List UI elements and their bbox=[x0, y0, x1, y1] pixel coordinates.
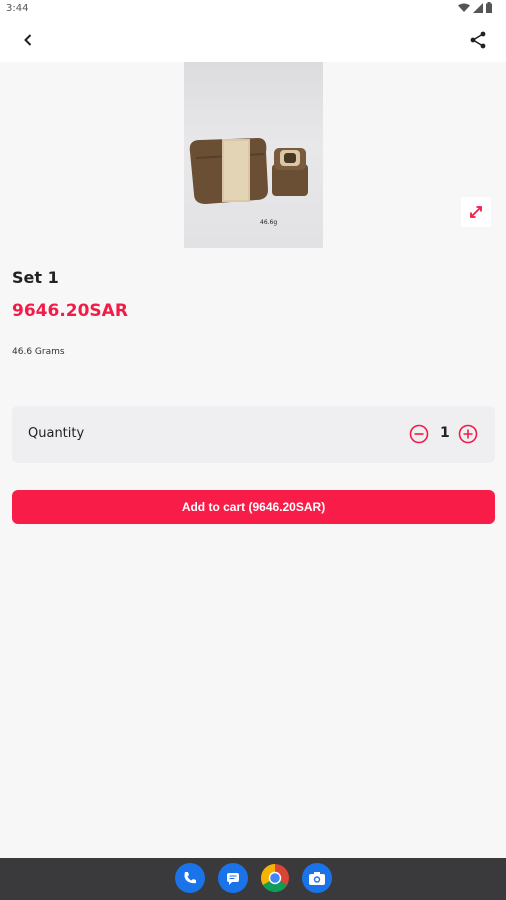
quantity-label: Quantity bbox=[28, 426, 85, 441]
increase-quantity-button[interactable] bbox=[458, 424, 478, 444]
weight-tag: 46.6g bbox=[260, 219, 277, 226]
share-button[interactable] bbox=[466, 28, 490, 52]
app-bar bbox=[0, 18, 506, 62]
back-arrow-icon bbox=[24, 34, 32, 46]
back-button[interactable] bbox=[16, 28, 40, 52]
chrome-icon bbox=[261, 864, 289, 892]
product-weight: 46.6 Grams bbox=[12, 347, 65, 357]
product-image[interactable]: 46.6g bbox=[184, 62, 323, 248]
message-icon bbox=[227, 873, 239, 885]
camera-icon bbox=[309, 872, 325, 885]
status-bar: 3:44 bbox=[0, 0, 506, 18]
decrease-quantity-button[interactable] bbox=[409, 424, 429, 444]
plus-circle-icon bbox=[458, 424, 478, 444]
product-title: Set 1 bbox=[12, 268, 59, 287]
product-photo: 46.6g bbox=[189, 138, 308, 226]
messages-app-icon[interactable] bbox=[218, 863, 248, 893]
add-to-cart-button[interactable]: Add to cart (9646.20SAR) bbox=[12, 490, 495, 524]
battery-icon bbox=[486, 2, 492, 13]
quantity-value: 1 bbox=[440, 425, 450, 441]
expand-image-button[interactable] bbox=[461, 197, 491, 227]
phone-app-icon[interactable] bbox=[175, 863, 205, 893]
chrome-app-icon[interactable] bbox=[260, 863, 290, 893]
status-time: 3:44 bbox=[6, 3, 29, 14]
expand-icon bbox=[470, 206, 482, 218]
quantity-card: Quantity 1 bbox=[12, 406, 495, 463]
phone-icon bbox=[184, 872, 196, 884]
signal-icon bbox=[473, 2, 483, 13]
product-price: 9646.20SAR bbox=[12, 301, 128, 321]
system-dock bbox=[0, 858, 506, 900]
share-icon bbox=[470, 31, 486, 49]
camera-app-icon[interactable] bbox=[302, 863, 332, 893]
status-icons bbox=[458, 2, 492, 13]
minus-circle-icon bbox=[409, 424, 429, 444]
wifi-icon bbox=[458, 3, 470, 12]
